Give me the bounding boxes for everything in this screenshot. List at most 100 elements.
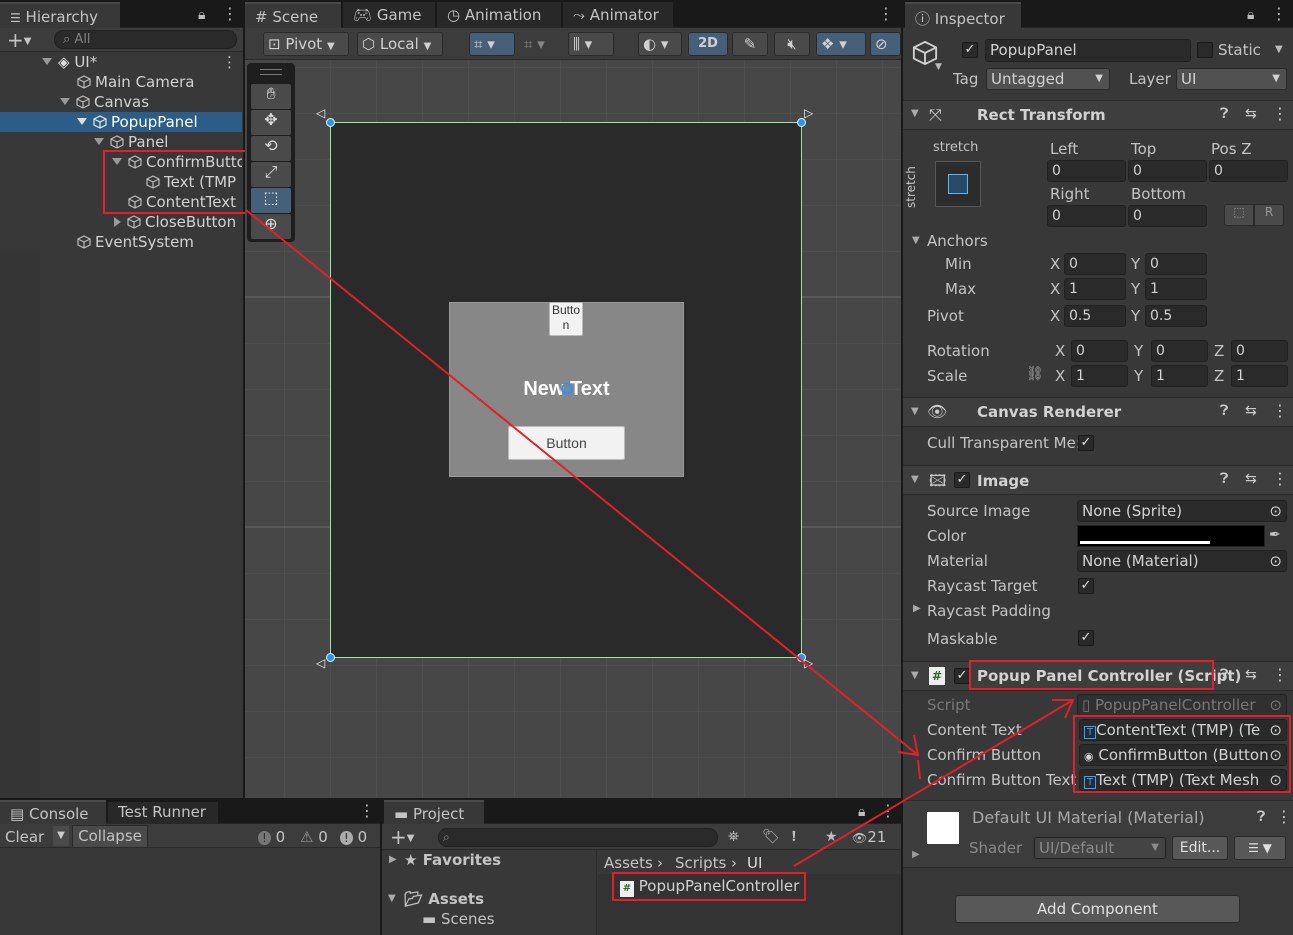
icon-dropdown-arrow[interactable]: ▼ [935,62,942,72]
tab-test-runner[interactable]: Test Runner [108,802,218,824]
hidden-packages-count[interactable]: 👁︎21 [852,828,886,846]
shading-mode-button[interactable]: ◐ ▾ [638,32,682,56]
scene-menu-icon[interactable]: ⋮ [222,52,237,72]
component-menu-icon[interactable]: ⋮ [1272,469,1288,488]
local-dropdown[interactable]: ⬡ Local ▼ [357,32,443,56]
help-icon[interactable]: ❓︎ [1220,667,1228,683]
rotate-tool-button[interactable]: ⟲ [251,136,291,161]
search-by-label-icon[interactable]: 🏷︎ [762,829,780,845]
presets-icon[interactable]: ⇆ [1245,403,1257,419]
anchor-max-x-field[interactable]: 1 [1064,278,1126,300]
move-tool-button[interactable]: ✥ [251,110,291,135]
component-menu-icon[interactable]: ⋮ [1276,807,1292,826]
tab-game[interactable]: 🎮︎ Game [343,2,435,28]
raycast-target-checkbox[interactable]: ✓ [1078,578,1094,594]
lock-icon[interactable]: 🔒︎ [1247,7,1254,23]
material-foldout-icon[interactable]: ▶ [912,849,920,860]
rect-tool-button[interactable]: ⬚ [251,188,291,213]
effects-button[interactable]: ❖ ▾ [816,32,866,56]
collapse-button[interactable]: Collapse [72,825,148,848]
lighting-button[interactable]: ✎ [732,32,768,56]
pivot-y-field[interactable]: 0.5 [1145,305,1207,327]
tab-console[interactable]: ▤ Console [0,800,106,824]
help-icon[interactable]: ❓︎ [1257,809,1265,825]
tab-scene[interactable]: # Scene [245,2,341,28]
material-field[interactable]: None (Material) ⊙ [1077,550,1287,572]
scale-y-field[interactable]: 1 [1151,365,1208,387]
clear-options-dropdown[interactable]: ▼ [53,826,69,846]
constrain-proportions-icon[interactable]: ⛓︎ [1026,366,1044,382]
foldout-arrow-icon[interactable]: ▼ [911,670,919,681]
rotation-z-field[interactable]: 0 [1231,340,1288,362]
help-icon[interactable]: ❓︎ [1220,471,1228,487]
assets-foldout-icon[interactable]: ▼ [388,893,396,904]
maskable-checkbox[interactable]: ✓ [1078,630,1094,646]
favorites-foldout-icon[interactable]: ▶ [389,854,397,865]
more-menu-icon[interactable]: ⋮ [880,803,896,819]
right-field[interactable]: 0 [1047,205,1126,227]
lock-icon[interactable]: 🔒︎ [858,804,865,820]
cull-transparent-checkbox[interactable]: ✓ [1078,435,1094,451]
breadcrumb-assets[interactable]: Assets [604,854,653,872]
eyedropper-icon[interactable]: ✒︎ [1269,527,1281,543]
pivot-dropdown[interactable]: ⊡ Pivot ▼ [263,32,349,56]
anchor-max-y-field[interactable]: 1 [1145,278,1207,300]
shader-dropdown[interactable]: UI/Default ▼ [1034,837,1166,859]
warning-count[interactable]: ⚠ 0 [300,828,328,846]
add-object-button[interactable]: +▼ [7,28,31,52]
anchor-triangle-icon[interactable]: ▷ [804,106,813,120]
more-menu-icon[interactable]: ⋮ [359,803,375,819]
active-checkbox[interactable]: ✓ [962,42,978,58]
project-search-input[interactable]: ⌕ [438,828,718,847]
left-field[interactable]: 0 [1047,160,1126,182]
scenes-item[interactable]: ▬ Scenes [422,910,495,928]
presets-icon[interactable]: ⇆ [1245,667,1257,683]
top-field[interactable]: 0 [1128,160,1207,182]
rotation-x-field[interactable]: 0 [1071,340,1128,362]
anchors-foldout-icon[interactable]: ▼ [912,235,920,246]
anchor-triangle-icon[interactable]: ◁ [316,656,325,670]
hierarchy-row-ui[interactable]: ◈ UI* ⋮ [0,52,242,72]
help-icon[interactable]: ❓︎ [1220,106,1228,122]
component-menu-icon[interactable]: ⋮ [1272,401,1288,420]
source-image-field[interactable]: None (Sprite) ⊙ [1077,500,1287,522]
component-menu-icon[interactable]: ⋮ [1272,104,1288,123]
foldout-arrow-icon[interactable]: ▼ [911,406,919,417]
expand-arrow-icon[interactable] [60,98,70,105]
hidden-objects-button[interactable]: ⊘ [870,32,901,56]
raw-edit-button[interactable]: R [1254,204,1284,226]
more-menu-icon[interactable]: ⋮ [878,6,894,22]
tag-dropdown[interactable]: Untagged ▼ [986,68,1110,90]
anchor-min-y-field[interactable]: 0 [1145,253,1207,275]
layer-dropdown[interactable]: UI ▼ [1176,68,1287,90]
hand-tool-button[interactable]: ✋︎ [251,84,291,109]
anchor-handle[interactable] [326,653,335,662]
hierarchy-row-canvas[interactable]: Canvas [0,92,242,112]
scale-x-field[interactable]: 1 [1071,365,1128,387]
tab-hierarchy[interactable]: ☰ Hierarchy [0,2,120,28]
transform-tool-button[interactable]: ⊕ [251,214,291,239]
blueprint-mode-button[interactable]: ⬚ [1224,204,1254,226]
static-checkbox[interactable] [1197,42,1213,58]
grid-snap-button[interactable]: ⌗ ▾ [469,32,515,56]
presets-icon[interactable]: ⇆ [1245,471,1257,487]
anchor-min-x-field[interactable]: 0 [1064,253,1126,275]
expand-arrow-icon[interactable] [77,118,87,125]
assets-item[interactable]: 📂︎ Assets [404,890,484,908]
clear-button[interactable]: Clear [5,828,44,846]
tab-inspector[interactable]: ⓘ Inspector [905,2,1021,28]
anchor-triangle-icon[interactable]: ▷ [804,656,813,670]
more-menu-icon[interactable]: ⋮ [1271,6,1287,22]
rotation-y-field[interactable]: 0 [1151,340,1208,362]
tab-animator[interactable]: ⤳ Animator [563,2,673,28]
scale-z-field[interactable]: 1 [1231,365,1288,387]
close-button-preview[interactable]: Butto n [549,302,583,336]
posz-field[interactable]: 0 [1209,160,1288,182]
favorites-item[interactable]: ★ Favorites [404,851,501,869]
expand-arrow-icon[interactable] [42,58,52,65]
anchor-handle[interactable] [326,118,335,127]
add-component-button[interactable]: Add Component [955,895,1240,923]
palette-grip[interactable] [260,69,282,75]
script-enabled-checkbox[interactable]: ✓ [954,668,970,684]
tab-animation[interactable]: ◷ Animation [437,2,561,28]
